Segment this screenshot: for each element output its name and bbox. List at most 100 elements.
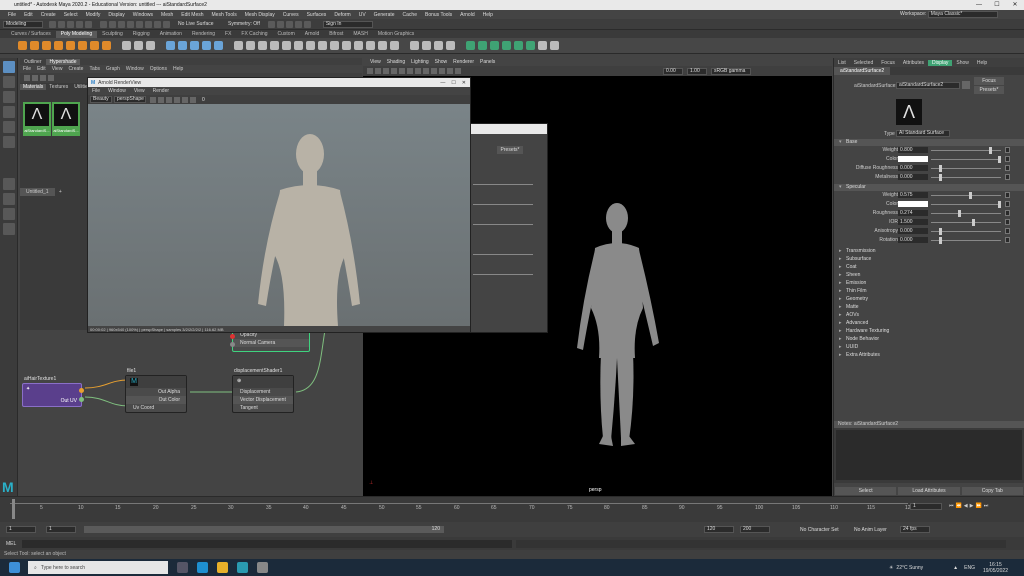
quad-draw-icon[interactable]: [342, 41, 351, 50]
close-icon[interactable]: ✕: [1006, 0, 1024, 10]
menu-help[interactable]: Help: [479, 12, 497, 18]
play-back-icon[interactable]: ◀: [964, 503, 968, 509]
go-start-icon[interactable]: ⏮: [949, 503, 954, 509]
bridge-icon[interactable]: [258, 41, 267, 50]
insert-edge-icon[interactable]: [294, 41, 303, 50]
target-weld-icon[interactable]: [246, 41, 255, 50]
menu-file[interactable]: File: [4, 12, 20, 18]
playhead[interactable]: [12, 499, 15, 519]
load-attributes-button[interactable]: Load Attributes: [898, 486, 960, 495]
single-pane-icon[interactable]: [3, 178, 15, 190]
value-field[interactable]: 0.000: [898, 174, 928, 180]
section-matte[interactable]: Matte: [834, 304, 1024, 312]
material-swatch-2[interactable]: Λ aiStandardS...: [52, 102, 80, 136]
hs-menu-file[interactable]: File: [20, 66, 34, 72]
weld-icon[interactable]: [366, 41, 375, 50]
step-back-icon[interactable]: ⏪: [956, 503, 962, 509]
play-forward-icon[interactable]: ▶: [970, 503, 974, 509]
bookmark-icon[interactable]: [375, 68, 381, 74]
section-extra-attributes[interactable]: Extra Attributes: [834, 352, 1024, 360]
snap-view-icon[interactable]: [154, 20, 161, 28]
clock[interactable]: 16:15 19/05/2022: [983, 562, 1008, 574]
select-button[interactable]: Select: [835, 486, 897, 495]
shadows-icon[interactable]: [431, 68, 437, 74]
wireframe-icon[interactable]: [399, 68, 405, 74]
slider-handle[interactable]: [939, 228, 942, 235]
delete-edge-icon[interactable]: [390, 41, 399, 50]
shelf-tab-fx[interactable]: FX: [220, 31, 236, 38]
vp-menu-renderer[interactable]: Renderer: [450, 59, 477, 65]
text-icon[interactable]: [134, 41, 143, 50]
ao-icon[interactable]: [439, 68, 445, 74]
tab-hypershade[interactable]: Hypershade: [45, 58, 81, 65]
menu-uv[interactable]: UV: [355, 12, 370, 18]
slider-handle[interactable]: [969, 192, 972, 199]
node-graph[interactable]: Opacity Normal Camera aiHairTexture1 ✦ O…: [20, 330, 362, 496]
fps-dropdown[interactable]: 24 fps: [900, 526, 930, 533]
tab-aistandardsurface2[interactable]: aiStandardSurface2: [834, 67, 891, 75]
language-label[interactable]: ENG: [964, 565, 975, 571]
add-tab-icon[interactable]: +: [56, 189, 65, 195]
platonic-icon[interactable]: [102, 41, 111, 50]
menu-windows[interactable]: Windows: [129, 12, 157, 18]
spherical-map-icon[interactable]: [502, 41, 511, 50]
grid-toggle-icon[interactable]: [391, 68, 397, 74]
app-taskbar-icon[interactable]: [257, 562, 268, 573]
current-frame-field[interactable]: 1: [910, 503, 942, 510]
copy-tab-button[interactable]: Copy Tab: [961, 486, 1023, 495]
slider-handle[interactable]: [939, 165, 942, 172]
map-button[interactable]: [1005, 174, 1010, 180]
render-settings-icon[interactable]: [285, 20, 293, 28]
renderview-close-icon[interactable]: ✕: [462, 80, 466, 86]
uv-editor-icon[interactable]: [466, 41, 475, 50]
cone-icon[interactable]: [54, 41, 63, 50]
shelf-tab-motion-graphics[interactable]: Motion Graphics: [373, 31, 419, 38]
menu-cache[interactable]: Cache: [399, 12, 421, 18]
crop-icon[interactable]: [166, 96, 172, 103]
hs-menu-create[interactable]: Create: [65, 66, 86, 72]
value-slider[interactable]: [931, 195, 1001, 196]
tab-textures[interactable]: Textures: [46, 84, 71, 90]
exposure-field[interactable]: 0.00: [663, 67, 683, 75]
colorspace-dropdown[interactable]: sRGB gamma: [711, 67, 751, 75]
value-field[interactable]: 0.000: [898, 228, 928, 234]
map-button[interactable]: [1005, 165, 1010, 171]
render-stop-icon[interactable]: [158, 96, 164, 103]
select-hierarchy-icon[interactable]: [100, 20, 107, 28]
planar-map-icon[interactable]: [478, 41, 487, 50]
map-button[interactable]: [1005, 210, 1010, 216]
ep-curve-icon[interactable]: [422, 41, 431, 50]
extrude-icon[interactable]: [270, 41, 279, 50]
value-field[interactable]: 0.274: [898, 210, 928, 216]
menu-mesh[interactable]: Mesh: [157, 12, 177, 18]
section-coat[interactable]: Coat: [834, 264, 1024, 272]
new-scene-icon[interactable]: [49, 20, 56, 28]
checker-icon[interactable]: [538, 41, 547, 50]
two-pane-icon[interactable]: [3, 208, 15, 220]
network-icon[interactable]: ▲: [953, 565, 958, 571]
menu-surfaces[interactable]: Surfaces: [303, 12, 331, 18]
section-uuid[interactable]: UUID: [834, 344, 1024, 352]
ipr-icon[interactable]: [276, 20, 284, 28]
ae-tab-selected[interactable]: Selected: [850, 60, 877, 66]
material-swatch-1[interactable]: Λ aiStandardS...: [23, 102, 51, 136]
mode-dropdown[interactable]: Modeling: [3, 20, 43, 28]
vp-menu-shading[interactable]: Shading: [384, 59, 408, 65]
slider-handle[interactable]: [998, 156, 1001, 163]
multi-cut-icon[interactable]: [234, 41, 243, 50]
slider-handle[interactable]: [939, 237, 942, 244]
map-button[interactable]: [1005, 156, 1010, 162]
vp-menu-show[interactable]: Show: [432, 59, 451, 65]
plane-icon[interactable]: [78, 41, 87, 50]
vp-menu-view[interactable]: View: [367, 59, 384, 65]
file-explorer-icon[interactable]: [217, 562, 228, 573]
auto-map-icon[interactable]: [514, 41, 523, 50]
shelf-tab-animation[interactable]: Animation: [155, 31, 187, 38]
renderview-minimize-icon[interactable]: —: [440, 80, 445, 86]
value-slider[interactable]: [931, 222, 1001, 223]
menu-modify[interactable]: Modify: [82, 12, 105, 18]
texture-node[interactable]: ✦ Out UV: [22, 383, 84, 407]
ae-tab-display[interactable]: Display: [928, 59, 953, 66]
port-out-uv[interactable]: [79, 388, 84, 393]
bevel-icon[interactable]: [282, 41, 291, 50]
